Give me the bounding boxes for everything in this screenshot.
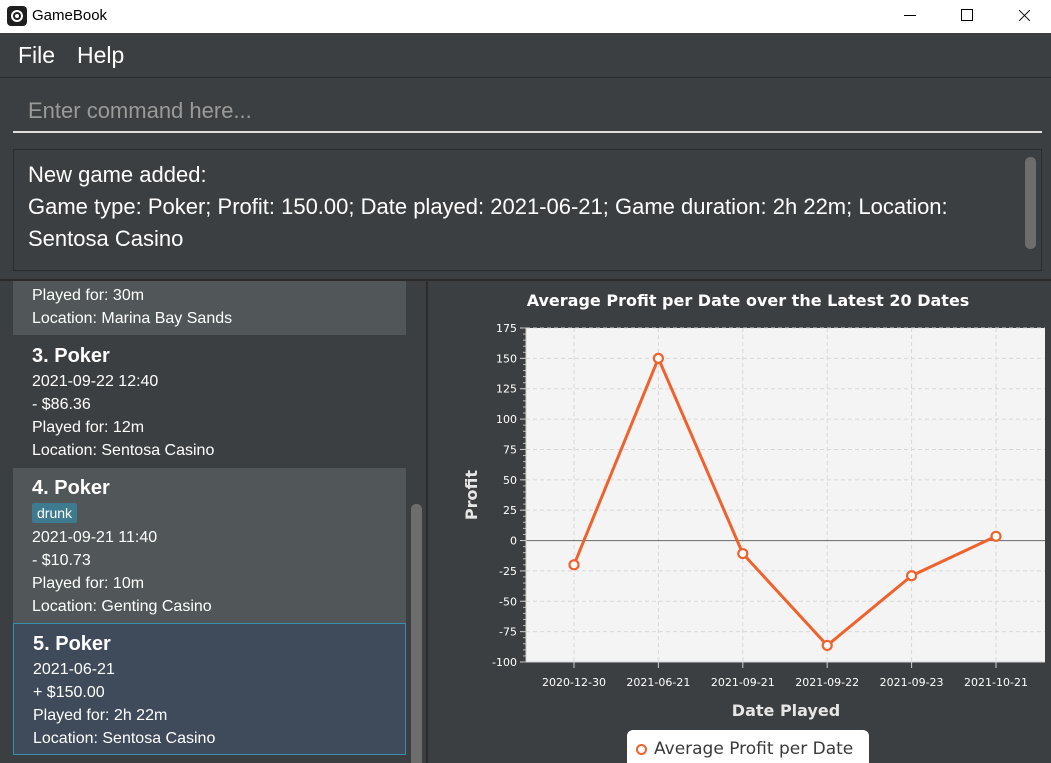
y-tick-label: -100 <box>492 656 517 669</box>
x-axis: 2020-12-30 2021-06-21 2021-09-21 2021-09-22… <box>526 661 1045 689</box>
window-title: GameBook <box>32 7 108 24</box>
result-scrollbar[interactable] <box>1025 157 1036 249</box>
data-point[interactable] <box>737 547 749 560</box>
chart-panel: Average Profit per Date over the Latest … <box>430 281 1051 763</box>
x-tick-label: 2021-09-23 <box>880 676 944 689</box>
game-card-2[interactable]: Played for: 30m Location: Marina Bay San… <box>13 281 406 335</box>
x-tick-label: 2020-12-30 <box>542 676 606 689</box>
legend-marker-icon <box>636 744 647 755</box>
game-profit: - $86.36 <box>32 396 91 413</box>
game-card-4[interactable]: 4. Poker drunk 2021-09-21 11:40 - $10.73… <box>13 468 406 623</box>
y-tick-label: 0 <box>510 535 517 548</box>
game-card-3[interactable]: 3. Poker 2021-09-22 12:40 - $86.36 Playe… <box>13 335 406 468</box>
chart-title: Average Profit per Date over the Latest … <box>527 291 970 310</box>
y-tick-label: -75 <box>499 626 517 639</box>
data-point[interactable] <box>568 559 580 571</box>
x-tick-label: 2021-09-22 <box>795 676 859 689</box>
chart-legend: Average Profit per Date <box>627 730 869 763</box>
data-point[interactable] <box>990 530 1002 542</box>
window-titlebar: GameBook <box>0 0 1051 33</box>
game-datetime: 2021-09-21 11:40 <box>32 529 158 546</box>
x-axis-label: Date Played <box>732 701 840 720</box>
game-datetime: 2021-09-22 12:40 <box>32 373 159 390</box>
game-duration: Played for: 2h 22m <box>33 707 168 724</box>
game-location: Location: Sentosa Casino <box>32 442 215 459</box>
menu-bar: File Help <box>0 33 1051 78</box>
game-title: 4. Poker <box>32 477 110 499</box>
y-tick-label: 175 <box>496 322 517 335</box>
game-duration: Played for: 12m <box>32 419 145 436</box>
menu-help[interactable]: Help <box>77 42 124 69</box>
y-axis-label: Profit <box>462 470 481 520</box>
game-location: Location: Sentosa Casino <box>33 730 216 747</box>
x-tick-label: 2021-09-21 <box>711 676 775 689</box>
y-tick-label: 25 <box>503 504 517 517</box>
game-title: 5. Poker <box>33 633 111 655</box>
y-tick-label: 50 <box>503 474 517 487</box>
data-point[interactable] <box>906 570 918 582</box>
list-scrollbar-thumb[interactable] <box>411 504 422 763</box>
game-profit: + $150.00 <box>33 684 105 701</box>
data-point[interactable] <box>821 639 833 652</box>
app-logo-icon <box>7 6 27 26</box>
tag-badge: drunk <box>32 503 78 523</box>
game-duration: Played for: 30m <box>32 287 145 304</box>
y-axis: 175 150 125 100 75 50 25 0 -25 -50 -75 -100 <box>492 322 527 669</box>
y-tick-label: -25 <box>499 565 517 578</box>
command-box <box>0 79 1051 143</box>
x-tick-label: 2021-10-21 <box>964 676 1028 689</box>
maximize-button[interactable] <box>938 0 996 33</box>
game-list-panel: Played for: 30m Location: Marina Bay San… <box>0 281 428 763</box>
data-point[interactable] <box>652 352 664 364</box>
profit-chart: Average Profit per Date over the Latest … <box>462 291 1045 720</box>
y-tick-label: 100 <box>496 413 517 426</box>
menu-file[interactable]: File <box>18 42 55 69</box>
game-title: 3. Poker <box>32 345 110 367</box>
game-location: Location: Marina Bay Sands <box>32 310 233 327</box>
game-profit: - $10.73 <box>32 552 91 569</box>
minimize-button[interactable] <box>881 0 939 33</box>
x-tick-label: 2021-06-21 <box>626 676 690 689</box>
result-text: New game added: Game type: Poker; Profit… <box>28 162 948 251</box>
game-location: Location: Genting Casino <box>32 598 212 615</box>
result-display: New game added: Game type: Poker; Profit… <box>13 149 1042 271</box>
game-card-5[interactable]: 5. Poker 2021-06-21 + $150.00 Played for… <box>13 623 406 755</box>
y-tick-label: 125 <box>496 383 517 396</box>
legend-label: Average Profit per Date <box>654 739 854 759</box>
y-tick-label: 150 <box>496 352 517 365</box>
game-duration: Played for: 10m <box>32 575 145 592</box>
y-tick-label: -50 <box>499 595 517 608</box>
command-input[interactable] <box>13 91 1042 133</box>
y-tick-label: 75 <box>503 443 517 456</box>
game-datetime: 2021-06-21 <box>33 661 115 678</box>
close-button[interactable] <box>995 0 1051 33</box>
